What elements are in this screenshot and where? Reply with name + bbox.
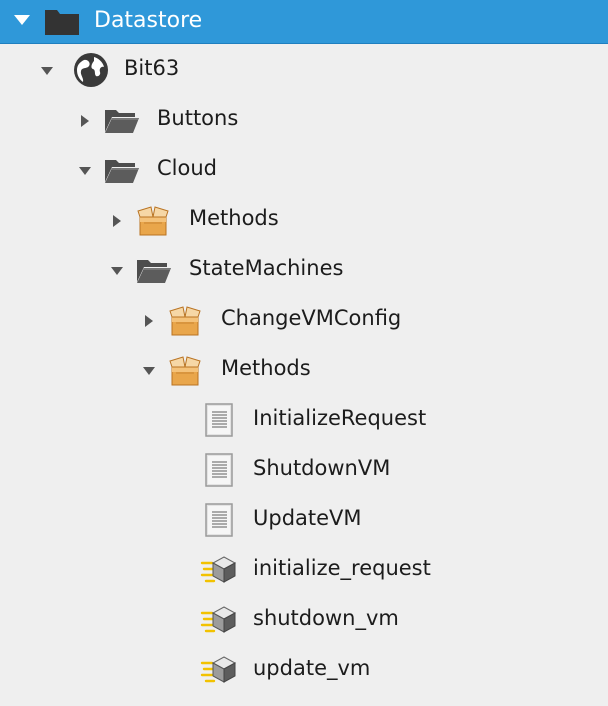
tree-node[interactable]: ShutdownVM	[0, 445, 608, 495]
triangle-down-icon[interactable]	[12, 10, 32, 30]
folder-icon	[102, 151, 140, 189]
tree-node[interactable]: shutdown_vm	[0, 595, 608, 645]
triangle-down-icon[interactable]	[78, 163, 92, 177]
tree-node-label: Methods	[221, 356, 311, 380]
tree-node[interactable]: StateMachines	[0, 245, 608, 295]
triangle-down-icon[interactable]	[142, 363, 156, 377]
package-icon	[134, 201, 172, 239]
package-icon	[166, 301, 204, 339]
triangle-right-icon[interactable]	[142, 313, 156, 327]
tree-node[interactable]: initialize_request	[0, 545, 608, 595]
tree-node[interactable]: UpdateVM	[0, 495, 608, 545]
tree-node-label: ShutdownVM	[253, 456, 391, 480]
package-icon	[166, 351, 204, 389]
globe-icon	[72, 51, 110, 89]
triangle-right-icon[interactable]	[110, 213, 124, 227]
folder-icon	[134, 251, 172, 289]
tree-root-label: Datastore	[94, 8, 203, 33]
tree-node-label: Cloud	[157, 156, 217, 180]
triangle-right-icon[interactable]	[78, 113, 92, 127]
tree-node[interactable]: InitializeRequest	[0, 395, 608, 445]
document-icon	[200, 401, 238, 439]
document-icon	[200, 451, 238, 489]
method-icon	[200, 551, 238, 589]
method-icon	[200, 651, 238, 689]
folder-icon	[102, 101, 140, 139]
document-icon	[200, 501, 238, 539]
triangle-down-icon[interactable]	[40, 63, 54, 77]
tree-node-label: InitializeRequest	[253, 406, 427, 430]
tree-node[interactable]: Cloud	[0, 145, 608, 195]
tree-root-datastore[interactable]: Datastore	[0, 0, 608, 44]
method-icon	[200, 601, 238, 639]
tree-node-label: initialize_request	[253, 556, 431, 580]
tree-node[interactable]: Bit63	[0, 45, 608, 95]
tree-node-label: UpdateVM	[253, 506, 362, 530]
tree-node[interactable]: Methods	[0, 195, 608, 245]
tree-node[interactable]: ChangeVMConfig	[0, 295, 608, 345]
tree-node-label: StateMachines	[189, 256, 344, 280]
tree-node[interactable]: update_vm	[0, 645, 608, 695]
tree-node-label: Bit63	[124, 56, 180, 80]
triangle-down-icon[interactable]	[110, 263, 124, 277]
tree-node[interactable]: Methods	[0, 345, 608, 395]
tree-node-label: update_vm	[253, 656, 371, 680]
tree-node-label: Methods	[189, 206, 279, 230]
tree-node[interactable]: Buttons	[0, 95, 608, 145]
tree-node-label: ChangeVMConfig	[221, 306, 402, 330]
folder-icon	[42, 4, 82, 38]
tree-node-label: Buttons	[157, 106, 239, 130]
tree-node-label: shutdown_vm	[253, 606, 399, 630]
